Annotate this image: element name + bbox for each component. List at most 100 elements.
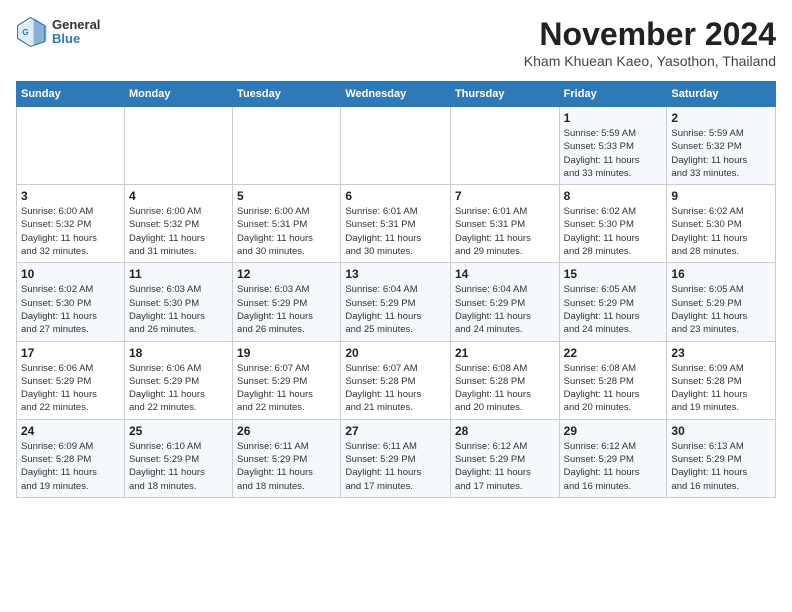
calendar-cell: 23 Sunrise: 6:09 AM Sunset: 5:28 PM Dayli…: [667, 341, 776, 419]
calendar-cell: 5 Sunrise: 6:00 AM Sunset: 5:31 PM Daylig…: [233, 185, 341, 263]
calendar-cell: 18 Sunrise: 6:06 AM Sunset: 5:29 PM Dayli…: [124, 341, 232, 419]
day-number: 15: [564, 267, 663, 281]
day-info: Sunrise: 6:04 AM Sunset: 5:29 PM Dayligh…: [345, 283, 446, 336]
day-info: Sunrise: 6:00 AM Sunset: 5:31 PM Dayligh…: [237, 205, 336, 258]
calendar-cell: 6 Sunrise: 6:01 AM Sunset: 5:31 PM Daylig…: [341, 185, 451, 263]
calendar-cell: 1Sunrise: 5:59 AM Sunset: 5:33 PM Daylig…: [559, 107, 667, 185]
calendar-cell: 16Sunrise: 6:05 AM Sunset: 5:29 PM Dayli…: [667, 263, 776, 341]
day-info: Sunrise: 6:00 AM Sunset: 5:32 PM Dayligh…: [21, 205, 120, 258]
day-info: Sunrise: 6:08 AM Sunset: 5:28 PM Dayligh…: [455, 362, 555, 415]
day-number: 19: [237, 346, 336, 360]
calendar-cell: 14 Sunrise: 6:04 AM Sunset: 5:29 PM Dayli…: [450, 263, 559, 341]
day-info: Sunrise: 6:04 AM Sunset: 5:29 PM Dayligh…: [455, 283, 555, 336]
calendar-cell: 20 Sunrise: 6:07 AM Sunset: 5:28 PM Dayli…: [341, 341, 451, 419]
day-number: 6: [345, 189, 446, 203]
day-info: Sunrise: 5:59 AM Sunset: 5:32 PM Dayligh…: [671, 127, 771, 180]
calendar-cell: 26 Sunrise: 6:11 AM Sunset: 5:29 PM Dayli…: [233, 419, 341, 497]
calendar-cell: [17, 107, 125, 185]
weekday-header-wednesday: Wednesday: [341, 82, 451, 107]
title-block: November 2024 Kham Khuean Kaeo, Yasothon…: [524, 16, 776, 69]
day-info: Sunrise: 6:13 AM Sunset: 5:29 PM Dayligh…: [671, 440, 771, 493]
day-info: Sunrise: 6:05 AM Sunset: 5:29 PM Dayligh…: [564, 283, 663, 336]
day-number: 20: [345, 346, 446, 360]
calendar-cell: 30 Sunrise: 6:13 AM Sunset: 5:29 PM Dayli…: [667, 419, 776, 497]
day-number: 13: [345, 267, 446, 281]
day-number: 9: [671, 189, 771, 203]
day-number: 22: [564, 346, 663, 360]
calendar-cell: 7Sunrise: 6:01 AM Sunset: 5:31 PM Daylig…: [450, 185, 559, 263]
logo: G General Blue: [16, 16, 100, 48]
calendar-table: SundayMondayTuesdayWednesdayThursdayFrid…: [16, 81, 776, 498]
calendar-week-row: 1Sunrise: 5:59 AM Sunset: 5:33 PM Daylig…: [17, 107, 776, 185]
weekday-header-tuesday: Tuesday: [233, 82, 341, 107]
calendar-cell: 22 Sunrise: 6:08 AM Sunset: 5:28 PM Dayli…: [559, 341, 667, 419]
day-number: 26: [237, 424, 336, 438]
day-number: 10: [21, 267, 120, 281]
day-info: Sunrise: 6:08 AM Sunset: 5:28 PM Dayligh…: [564, 362, 663, 415]
day-number: 30: [671, 424, 771, 438]
day-info: Sunrise: 6:05 AM Sunset: 5:29 PM Dayligh…: [671, 283, 771, 336]
day-number: 25: [129, 424, 228, 438]
day-info: Sunrise: 6:06 AM Sunset: 5:29 PM Dayligh…: [129, 362, 228, 415]
calendar-cell: 28Sunrise: 6:12 AM Sunset: 5:29 PM Dayli…: [450, 419, 559, 497]
day-info: Sunrise: 6:02 AM Sunset: 5:30 PM Dayligh…: [671, 205, 771, 258]
weekday-row: SundayMondayTuesdayWednesdayThursdayFrid…: [17, 82, 776, 107]
calendar-cell: 3Sunrise: 6:00 AM Sunset: 5:32 PM Daylig…: [17, 185, 125, 263]
calendar-cell: 2 Sunrise: 5:59 AM Sunset: 5:32 PM Daylig…: [667, 107, 776, 185]
calendar-week-row: 24 Sunrise: 6:09 AM Sunset: 5:28 PM Dayli…: [17, 419, 776, 497]
day-info: Sunrise: 6:09 AM Sunset: 5:28 PM Dayligh…: [671, 362, 771, 415]
calendar-cell: 27Sunrise: 6:11 AM Sunset: 5:29 PM Dayli…: [341, 419, 451, 497]
calendar-cell: [233, 107, 341, 185]
logo-general: General: [52, 18, 100, 32]
calendar-cell: 21 Sunrise: 6:08 AM Sunset: 5:28 PM Dayli…: [450, 341, 559, 419]
calendar-cell: [341, 107, 451, 185]
weekday-header-sunday: Sunday: [17, 82, 125, 107]
calendar-cell: 25 Sunrise: 6:10 AM Sunset: 5:29 PM Dayli…: [124, 419, 232, 497]
day-number: 27: [345, 424, 446, 438]
day-number: 11: [129, 267, 228, 281]
day-info: Sunrise: 6:02 AM Sunset: 5:30 PM Dayligh…: [564, 205, 663, 258]
day-number: 17: [21, 346, 120, 360]
calendar-cell: 12Sunrise: 6:03 AM Sunset: 5:29 PM Dayli…: [233, 263, 341, 341]
calendar-cell: 15 Sunrise: 6:05 AM Sunset: 5:29 PM Dayli…: [559, 263, 667, 341]
month-title: November 2024: [524, 16, 776, 53]
calendar-body: 1Sunrise: 5:59 AM Sunset: 5:33 PM Daylig…: [17, 107, 776, 498]
day-info: Sunrise: 6:07 AM Sunset: 5:28 PM Dayligh…: [345, 362, 446, 415]
day-info: Sunrise: 6:06 AM Sunset: 5:29 PM Dayligh…: [21, 362, 120, 415]
logo-blue: Blue: [52, 32, 100, 46]
calendar-week-row: 17 Sunrise: 6:06 AM Sunset: 5:29 PM Dayli…: [17, 341, 776, 419]
logo-text: General Blue: [52, 18, 100, 47]
day-info: Sunrise: 6:09 AM Sunset: 5:28 PM Dayligh…: [21, 440, 120, 493]
calendar-cell: [450, 107, 559, 185]
day-number: 18: [129, 346, 228, 360]
day-info: Sunrise: 6:01 AM Sunset: 5:31 PM Dayligh…: [345, 205, 446, 258]
day-number: 21: [455, 346, 555, 360]
page-header: G General Blue November 2024 Kham Khuean…: [16, 16, 776, 69]
calendar-cell: 13 Sunrise: 6:04 AM Sunset: 5:29 PM Dayli…: [341, 263, 451, 341]
day-info: Sunrise: 6:12 AM Sunset: 5:29 PM Dayligh…: [455, 440, 555, 493]
day-number: 5: [237, 189, 336, 203]
day-info: Sunrise: 6:10 AM Sunset: 5:29 PM Dayligh…: [129, 440, 228, 493]
weekday-header-monday: Monday: [124, 82, 232, 107]
svg-text:G: G: [22, 28, 28, 37]
calendar-cell: [124, 107, 232, 185]
day-number: 8: [564, 189, 663, 203]
day-info: Sunrise: 6:02 AM Sunset: 5:30 PM Dayligh…: [21, 283, 120, 336]
day-info: Sunrise: 6:03 AM Sunset: 5:30 PM Dayligh…: [129, 283, 228, 336]
calendar-week-row: 3Sunrise: 6:00 AM Sunset: 5:32 PM Daylig…: [17, 185, 776, 263]
day-info: Sunrise: 6:03 AM Sunset: 5:29 PM Dayligh…: [237, 283, 336, 336]
weekday-header-saturday: Saturday: [667, 82, 776, 107]
day-info: Sunrise: 6:11 AM Sunset: 5:29 PM Dayligh…: [237, 440, 336, 493]
day-number: 23: [671, 346, 771, 360]
subtitle: Kham Khuean Kaeo, Yasothon, Thailand: [524, 53, 776, 69]
logo-icon: G: [16, 16, 48, 48]
day-number: 24: [21, 424, 120, 438]
day-info: Sunrise: 6:01 AM Sunset: 5:31 PM Dayligh…: [455, 205, 555, 258]
calendar-cell: 8 Sunrise: 6:02 AM Sunset: 5:30 PM Daylig…: [559, 185, 667, 263]
calendar-cell: 4Sunrise: 6:00 AM Sunset: 5:32 PM Daylig…: [124, 185, 232, 263]
calendar-cell: 19Sunrise: 6:07 AM Sunset: 5:29 PM Dayli…: [233, 341, 341, 419]
calendar-cell: 17 Sunrise: 6:06 AM Sunset: 5:29 PM Dayli…: [17, 341, 125, 419]
day-number: 2: [671, 111, 771, 125]
calendar-cell: 29Sunrise: 6:12 AM Sunset: 5:29 PM Dayli…: [559, 419, 667, 497]
day-number: 14: [455, 267, 555, 281]
